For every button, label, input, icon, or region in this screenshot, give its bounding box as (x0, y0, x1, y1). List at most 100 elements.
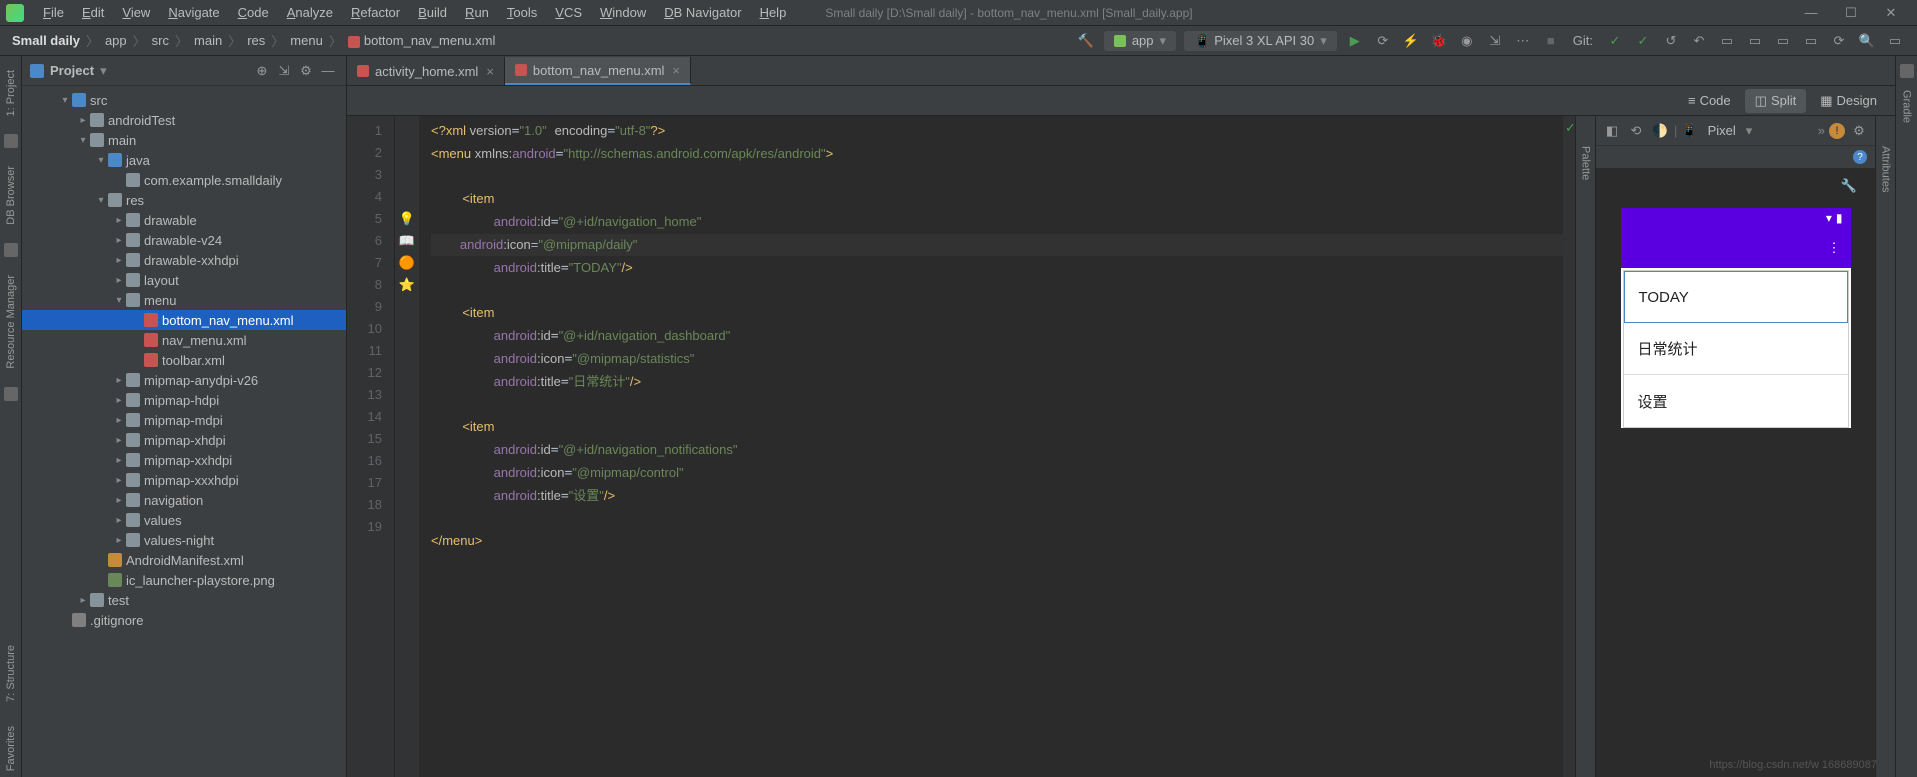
theme-icon[interactable]: 🌓 (1650, 121, 1670, 141)
hide-icon[interactable]: — (318, 61, 338, 81)
project-tool-tab[interactable]: 1: Project (5, 64, 17, 122)
attach-debugger-icon[interactable]: ⇲ (1483, 29, 1507, 53)
tree-node[interactable]: toolbar.xml (22, 350, 346, 370)
tree-node[interactable]: ▸mipmap-anydpi-v26 (22, 370, 346, 390)
maximize-button[interactable]: ☐ (1831, 5, 1871, 21)
git-rollback-icon[interactable]: ↶ (1687, 29, 1711, 53)
tree-node[interactable]: bottom_nav_menu.xml (22, 310, 346, 330)
tree-node[interactable]: com.example.smalldaily (22, 170, 346, 190)
menu-file[interactable]: File (34, 5, 73, 20)
orientation-icon[interactable]: ⟲ (1626, 121, 1646, 141)
menu-item-today[interactable]: TODAY (1624, 271, 1848, 323)
menu-item-stats[interactable]: 日常统计 (1624, 323, 1848, 375)
gradle-tab[interactable]: Gradle (1901, 84, 1913, 129)
surface-icon[interactable]: ◧ (1602, 121, 1622, 141)
menu-view[interactable]: View (113, 5, 159, 20)
tree-node[interactable]: ▾src (22, 90, 346, 110)
tree-node[interactable]: nav_menu.xml (22, 330, 346, 350)
stop-button[interactable]: ■ (1539, 29, 1563, 53)
run-button[interactable]: ▶ (1343, 29, 1367, 53)
tree-node[interactable]: ▾java (22, 150, 346, 170)
tree-node[interactable]: ▸mipmap-xxhdpi (22, 450, 346, 470)
device-selector[interactable]: 📱 Pixel 3 XL API 30 ▾ (1184, 31, 1337, 51)
tool-icon[interactable] (4, 243, 18, 257)
git-push-icon[interactable]: ✓ (1631, 29, 1655, 53)
menu-refactor[interactable]: Refactor (342, 5, 409, 20)
minimize-button[interactable]: — (1791, 5, 1831, 20)
tree-node[interactable]: ▸test (22, 590, 346, 610)
menu-tools[interactable]: Tools (498, 5, 546, 20)
tool-icon[interactable] (4, 134, 18, 148)
build-hammer-icon[interactable]: 🔨 (1074, 29, 1098, 53)
resource-manager-icon[interactable]: ▭ (1771, 29, 1795, 53)
profiler-icon[interactable]: ◉ (1455, 29, 1479, 53)
menu-help[interactable]: Help (751, 5, 796, 20)
menu-db-navigator[interactable]: DB Navigator (655, 5, 750, 20)
favorites-tab[interactable]: Favorites (5, 720, 17, 777)
project-tree[interactable]: ▾src▸androidTest▾main▾javacom.example.sm… (22, 86, 346, 777)
settings-icon[interactable]: ▭ (1883, 29, 1907, 53)
breadcrumb-item[interactable]: app (101, 33, 131, 48)
palette-tab[interactable]: Palette (1580, 146, 1592, 180)
avd-manager-icon[interactable]: ▭ (1715, 29, 1739, 53)
menu-vcs[interactable]: VCS (546, 5, 591, 20)
collapse-icon[interactable]: ⇲ (274, 61, 294, 81)
tree-node[interactable]: ▸values (22, 510, 346, 530)
breadcrumb-item[interactable]: src (148, 33, 173, 48)
breadcrumb-item[interactable]: res (243, 33, 269, 48)
menu-item-settings[interactable]: 设置 (1624, 375, 1848, 427)
tree-node[interactable]: ▸drawable (22, 210, 346, 230)
wrench-icon[interactable]: 🔧 (1841, 178, 1857, 194)
code-editor[interactable]: <?xml version="1.0" encoding="utf-8"?> <… (419, 116, 1563, 777)
preview-surface[interactable]: 🔧 ▾ ▮ ⋮ TODAY 日常统计 设置 (1596, 168, 1875, 777)
tree-node[interactable]: ▸mipmap-xhdpi (22, 430, 346, 450)
locate-icon[interactable]: ⊕ (252, 61, 272, 81)
breadcrumb-item[interactable]: menu (286, 33, 327, 48)
run-config-selector[interactable]: app ▾ (1104, 31, 1176, 51)
git-history-icon[interactable]: ↺ (1659, 29, 1683, 53)
menu-window[interactable]: Window (591, 5, 655, 20)
menu-edit[interactable]: Edit (73, 5, 113, 20)
gradle-icon[interactable] (1900, 64, 1914, 78)
menu-analyze[interactable]: Analyze (278, 5, 342, 20)
tool-icon[interactable] (4, 387, 18, 401)
help-icon[interactable]: ? (1853, 150, 1867, 164)
more-run-icon[interactable]: ⋯ (1511, 29, 1535, 53)
tree-node[interactable]: ▾res (22, 190, 346, 210)
resource-manager-tab[interactable]: Resource Manager (5, 269, 17, 375)
tree-node[interactable]: ▾menu (22, 290, 346, 310)
tree-node[interactable]: ▾main (22, 130, 346, 150)
tree-node[interactable]: ▸mipmap-mdpi (22, 410, 346, 430)
menu-navigate[interactable]: Navigate (159, 5, 228, 20)
split-view-button[interactable]: ◫Split (1745, 89, 1807, 113)
sync-icon[interactable]: ⟳ (1827, 29, 1851, 53)
menu-build[interactable]: Build (409, 5, 456, 20)
editor-tab[interactable]: activity_home.xml× (347, 57, 505, 85)
tree-node[interactable]: ▸drawable-xxhdpi (22, 250, 346, 270)
sdk-manager-icon[interactable]: ▭ (1743, 29, 1767, 53)
tree-node[interactable]: .gitignore (22, 610, 346, 630)
tree-node[interactable]: ▸layout (22, 270, 346, 290)
code-view-button[interactable]: ≡Code (1678, 89, 1741, 112)
breadcrumb-item[interactable]: main (190, 33, 226, 48)
apply-code-changes-icon[interactable]: ⚡ (1399, 29, 1423, 53)
preview-device-label[interactable]: Pixel (1702, 121, 1742, 140)
tree-node[interactable]: AndroidManifest.xml (22, 550, 346, 570)
design-view-button[interactable]: ▦Design (1810, 89, 1887, 113)
tree-node[interactable]: ▸mipmap-xxxhdpi (22, 470, 346, 490)
tree-node[interactable]: ic_launcher-playstore.png (22, 570, 346, 590)
tree-node[interactable]: ▸mipmap-hdpi (22, 390, 346, 410)
settings-gear-icon[interactable]: ⚙ (296, 61, 316, 81)
warning-icon[interactable]: ! (1829, 123, 1845, 139)
attributes-tab[interactable]: Attributes (1880, 146, 1892, 192)
close-button[interactable]: ✕ (1871, 5, 1911, 21)
structure-tab[interactable]: 7: Structure (5, 639, 17, 708)
search-icon[interactable]: 🔍 (1855, 29, 1879, 53)
git-commit-icon[interactable]: ✓ (1603, 29, 1627, 53)
tree-node[interactable]: ▸navigation (22, 490, 346, 510)
tree-node[interactable]: ▸drawable-v24 (22, 230, 346, 250)
menu-code[interactable]: Code (229, 5, 278, 20)
apply-changes-icon[interactable]: ⟳ (1371, 29, 1395, 53)
tree-node[interactable]: ▸androidTest (22, 110, 346, 130)
menu-run[interactable]: Run (456, 5, 498, 20)
